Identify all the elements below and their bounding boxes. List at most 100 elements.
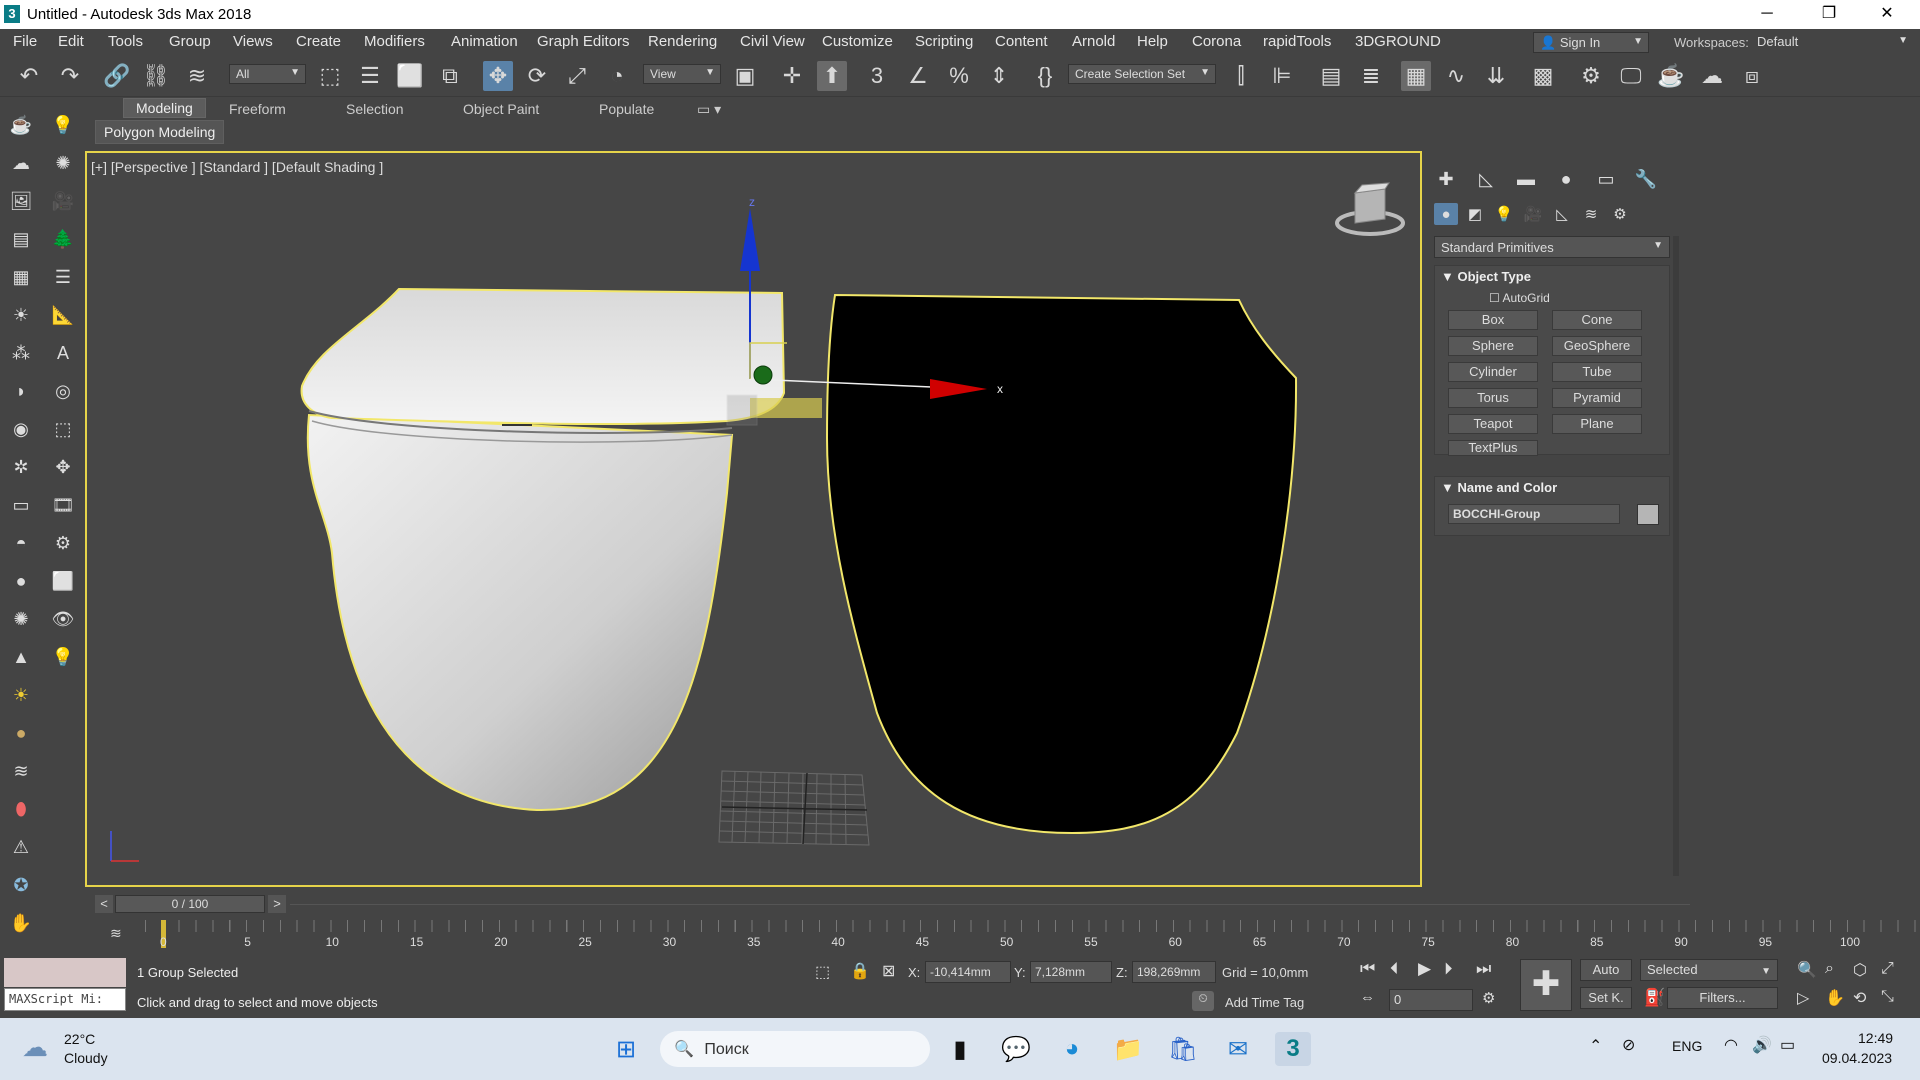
layer-explorer-icon[interactable]: ≣: [1356, 61, 1386, 91]
absolute-mode-icon[interactable]: ⊠: [882, 961, 895, 981]
menu-modifiers[interactable]: Modifiers: [364, 33, 425, 50]
material-editor-icon[interactable]: ▩: [1528, 61, 1558, 91]
modify-tab-icon[interactable]: ◺: [1472, 167, 1500, 191]
rectangular-selection-icon[interactable]: ⬜: [395, 61, 425, 91]
cameras-icon[interactable]: 🎥: [1521, 203, 1545, 225]
a360-gallery-icon[interactable]: ⧈: [1737, 61, 1767, 91]
ball-icon[interactable]: ●: [8, 568, 34, 594]
primitive-category-dropdown[interactable]: Standard Primitives ▼: [1434, 236, 1670, 258]
cylinder-icon[interactable]: ◗: [8, 378, 34, 404]
teapot-button[interactable]: Teapot: [1448, 414, 1538, 434]
time-slider-thumb[interactable]: 0 / 100: [115, 895, 265, 913]
brush-icon[interactable]: ✺: [8, 606, 34, 632]
maxscript-listener-output[interactable]: [4, 958, 126, 987]
render-icon[interactable]: ◉: [8, 416, 34, 442]
menu-civil-view[interactable]: Civil View: [740, 33, 805, 50]
store-icon[interactable]: 🛍: [1165, 1032, 1201, 1066]
mirror-icon[interactable]: ⫿: [1226, 61, 1256, 91]
chat-icon[interactable]: 💬: [998, 1032, 1034, 1066]
menu-file[interactable]: File: [13, 33, 37, 50]
3dsmax-taskbar-icon[interactable]: 3: [1275, 1032, 1311, 1066]
edge-icon[interactable]: ◕: [1054, 1032, 1090, 1066]
dope-sheet-icon[interactable]: ⇊: [1481, 61, 1511, 91]
next-frame-icon[interactable]: ⏵: [1444, 959, 1453, 979]
systems-icon[interactable]: ⚙: [1608, 203, 1632, 225]
time-prev-button[interactable]: <: [95, 895, 113, 913]
panel-polygon-modeling[interactable]: Polygon Modeling: [95, 120, 225, 144]
sphere-light-icon[interactable]: ☀: [8, 302, 34, 328]
helpers-icon[interactable]: ◺: [1550, 203, 1574, 225]
hierarchy-tab-icon[interactable]: ▬: [1512, 167, 1540, 191]
key-filter-dropdown[interactable]: Selected ▼: [1640, 959, 1778, 981]
hemisphere-icon[interactable]: ◓: [8, 530, 34, 556]
bulb-icon[interactable]: 💡: [50, 644, 76, 670]
orbit-icon[interactable]: ⟲: [1853, 988, 1866, 1008]
reference-coordinate-dropdown[interactable]: View ▼: [643, 64, 721, 84]
sphere-button[interactable]: Sphere: [1448, 336, 1538, 356]
select-move-icon[interactable]: ✥: [483, 61, 513, 91]
time-next-button[interactable]: >: [268, 895, 286, 913]
cloud-icon[interactable]: ☁: [8, 150, 34, 176]
render-in-cloud-icon[interactable]: ☁: [1697, 61, 1727, 91]
set-key-icon[interactable]: ✚: [1520, 959, 1572, 1011]
cone-button[interactable]: Cone: [1552, 310, 1642, 330]
pivot-center-icon[interactable]: ▣: [730, 61, 760, 91]
utilities-tab-icon[interactable]: 🔧: [1632, 167, 1660, 191]
language-indicator[interactable]: ENG: [1672, 1038, 1702, 1054]
menu-edit[interactable]: Edit: [58, 33, 84, 50]
y-coord-field[interactable]: 7,128mm: [1030, 961, 1112, 983]
object-name-field[interactable]: BOCCHI-Group: [1448, 504, 1620, 524]
cone-icon[interactable]: ▲: [8, 644, 34, 670]
pyramid-button[interactable]: Pyramid: [1552, 388, 1642, 408]
motion-tab-icon[interactable]: ●: [1552, 167, 1580, 191]
sun-light-icon[interactable]: ☀: [8, 682, 34, 708]
menu-rendering[interactable]: Rendering: [648, 33, 717, 50]
restore-icon[interactable]: ❐: [1806, 2, 1852, 26]
wave-icon[interactable]: ≋: [8, 758, 34, 784]
tab-selection[interactable]: Selection: [346, 101, 404, 117]
list-icon[interactable]: ☰: [50, 264, 76, 290]
particles-icon[interactable]: ✲: [8, 454, 34, 480]
lights-icon[interactable]: 💡: [1492, 203, 1516, 225]
filters-button[interactable]: Filters...: [1667, 987, 1778, 1009]
sign-in-dropdown[interactable]: 👤 Sign In ▼: [1533, 32, 1649, 53]
wifi-icon[interactable]: ◠: [1724, 1035, 1738, 1055]
weather-icon[interactable]: ☁: [22, 1032, 48, 1063]
keyboard-shortcut-override-icon[interactable]: ⬆: [817, 61, 847, 91]
tube-button[interactable]: Tube: [1552, 362, 1642, 382]
selection-filter-dropdown[interactable]: All ▼: [229, 64, 306, 84]
menu-group[interactable]: Group: [169, 33, 211, 50]
percent-snap-icon[interactable]: %: [944, 61, 974, 91]
sun-icon[interactable]: ✺: [50, 150, 76, 176]
battery-icon[interactable]: ▭: [1780, 1035, 1795, 1055]
close-icon[interactable]: ✕: [1864, 2, 1910, 26]
gear-icon[interactable]: ⚙: [50, 530, 76, 556]
zoom-all-icon[interactable]: ⌕: [1825, 960, 1834, 978]
box-button[interactable]: Box: [1448, 310, 1538, 330]
table-icon[interactable]: ▦: [8, 264, 34, 290]
menu-help[interactable]: Help: [1137, 33, 1168, 50]
volume-icon[interactable]: 🔊: [1752, 1035, 1772, 1055]
render-setup-icon[interactable]: ⚙: [1576, 61, 1606, 91]
isolate-selection-icon[interactable]: ⬚: [815, 962, 830, 982]
selection-lock-icon[interactable]: 🔒: [850, 961, 870, 981]
camera-icon[interactable]: 🎥: [50, 188, 76, 214]
menu-3dground[interactable]: 3DGROUND: [1355, 33, 1441, 50]
mail-icon[interactable]: ✉: [1220, 1032, 1256, 1066]
file-explorer-icon[interactable]: 📁: [1110, 1032, 1146, 1066]
text-a-icon[interactable]: A: [50, 340, 76, 366]
menu-corona[interactable]: Corona: [1192, 33, 1241, 50]
undo-icon[interactable]: ↶: [14, 61, 44, 91]
menu-scripting[interactable]: Scripting: [915, 33, 973, 50]
sphere-icon[interactable]: ●: [8, 720, 34, 746]
tab-object-paint[interactable]: Object Paint: [463, 101, 539, 117]
scene-explorer-icon[interactable]: ▤: [1316, 61, 1346, 91]
menu-graph-editors[interactable]: Graph Editors: [537, 33, 630, 50]
perspective-viewport[interactable]: [+] [Perspective ] [Standard ] [Default …: [85, 151, 1422, 887]
time-slider-track[interactable]: [290, 904, 1690, 905]
torus-icon[interactable]: ◎: [50, 378, 76, 404]
bind-spacewarp-icon[interactable]: ≋: [182, 61, 212, 91]
menu-customize[interactable]: Customize: [822, 33, 893, 50]
spinner-snap-icon[interactable]: ⇕: [984, 61, 1014, 91]
select-place-icon[interactable]: ◔: [602, 61, 632, 91]
